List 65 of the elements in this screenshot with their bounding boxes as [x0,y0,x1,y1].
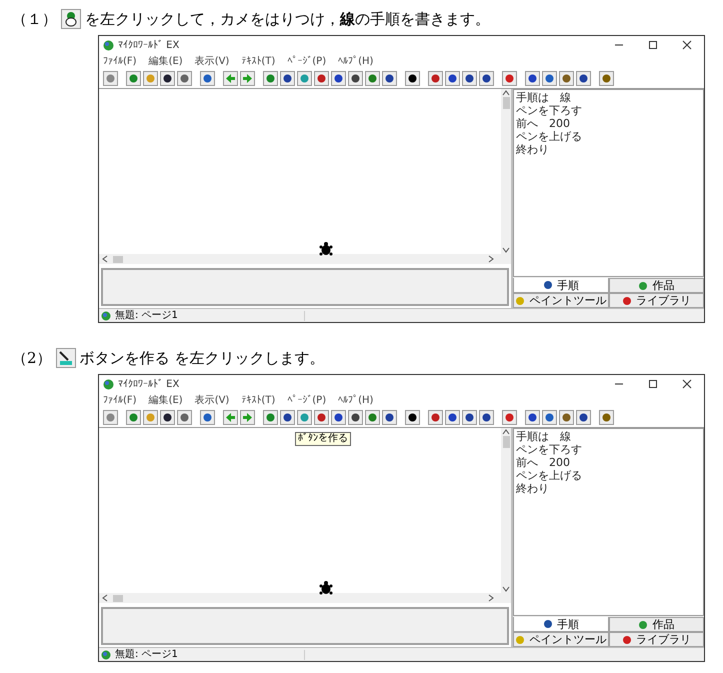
procedure-line: 手順は 線 [516,91,572,104]
menu-item[interactable]: ﾍﾟｰｼﾞ(P) [287,56,326,66]
instruction-text: ボタンを作る を左クリックします。 [80,348,324,369]
scroll-up-icon[interactable] [502,89,510,97]
menu-item[interactable]: 編集(E) [148,396,183,406]
panel-tab[interactable]: ライブラリ [608,632,704,647]
tooltip: ﾎﾞﾀﾝを作る [295,432,351,446]
menu-item[interactable]: 表示(V) [194,396,230,406]
procedure-line: 手順は 線 [516,430,572,443]
panel-tab[interactable]: 手順 [513,617,608,632]
vertical-scrollbar[interactable] [501,428,511,593]
menu-item[interactable]: 編集(E) [148,56,183,66]
step-number: （１） [12,8,57,30]
scroll-left-icon[interactable] [101,594,109,602]
left-arrow-icon[interactable] [223,410,238,425]
procedure-line: 終わり [516,482,550,495]
status-text: 無題: ページ1 [115,310,305,320]
panel-tab[interactable]: 作品 [608,617,704,632]
menu-item[interactable]: ﾍﾙﾌﾟ(H) [338,396,374,406]
menu-item[interactable]: ﾌｧｲﾙ(F) [103,396,137,406]
procedure-list[interactable]: 手順は 線 ペンを下ろす 前へ 200 ペンを上げる 終わり [513,89,704,277]
panel-tab[interactable]: 作品 [608,278,704,293]
procedure-line: ペンを下ろす [516,443,583,456]
menu-item[interactable]: ﾍﾟｰｼﾞ(P) [287,396,326,406]
right-arrow-icon[interactable] [240,71,255,86]
step-number: （2） [12,348,52,369]
scroll-down-icon[interactable] [502,246,510,254]
horizontal-scrollbar[interactable] [99,254,511,264]
scroll-down-icon[interactable] [502,585,510,593]
panel-tab[interactable]: 手順 [513,278,608,293]
maximize-icon[interactable] [648,40,658,50]
menu-item[interactable]: ﾌｧｲﾙ(F) [103,56,137,66]
procedure-line: 前へ 200 [516,117,571,130]
vertical-scrollbar[interactable] [501,89,511,254]
window-title: ﾏｲｸﾛﾜｰﾙﾄﾞ EX [118,38,180,52]
procedure-line: ペンを上げる [516,469,583,482]
menu-item[interactable]: ﾃｷｽﾄ(T) [241,56,276,66]
horizontal-scrollbar[interactable] [99,593,511,603]
menu-item[interactable]: ﾍﾙﾌﾟ(H) [338,56,374,66]
status-text: 無題: ページ1 [115,650,305,660]
panel-tab[interactable]: ペイントツール [513,632,608,647]
left-arrow-icon[interactable] [223,71,238,86]
scrollbar-thumb[interactable] [113,256,123,262]
procedure-line: 終わり [516,143,550,156]
menu-item[interactable]: ﾃｷｽﾄ(T) [241,396,276,406]
right-arrow-icon[interactable] [240,410,255,425]
menu-item[interactable]: 表示(V) [194,56,230,66]
close-icon[interactable] [682,40,692,50]
scrollbar-thumb[interactable] [113,594,123,602]
scrollbar-thumb[interactable] [502,97,510,109]
scrollbar-thumb[interactable] [502,436,510,448]
scroll-right-icon[interactable] [487,255,495,263]
scroll-up-icon[interactable] [502,428,510,436]
instruction-text: を左クリックして，カメをはりつけ，線の手順を書きます。 [85,8,490,30]
panel-tab[interactable]: ペイントツール [513,293,608,308]
scroll-right-icon[interactable] [487,594,495,602]
maximize-icon[interactable] [648,379,658,389]
procedure-line: ペンを下ろす [516,104,583,117]
panel-tab[interactable]: ライブラリ [608,293,704,308]
procedure-line: 前へ 200 [516,456,571,469]
procedure-list[interactable]: 手順は 線 ペンを下ろす 前へ 200 ペンを上げる 終わり [513,428,704,616]
window-title: ﾏｲｸﾛﾜｰﾙﾄﾞ EX [118,378,180,392]
close-icon[interactable] [682,379,692,389]
procedure-line: ペンを上げる [516,130,583,143]
scroll-left-icon[interactable] [101,255,109,263]
